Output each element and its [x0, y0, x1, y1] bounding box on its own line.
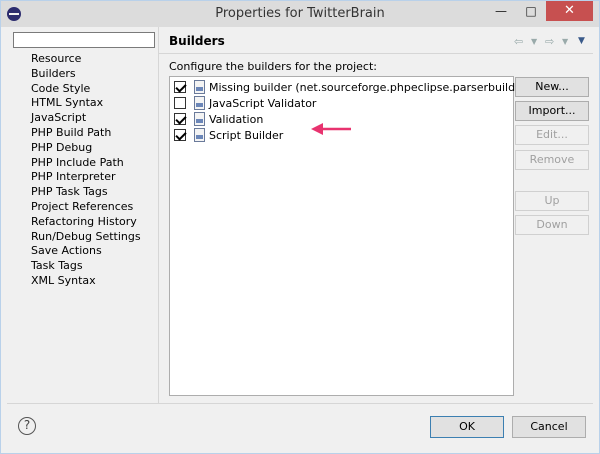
remove-button[interactable]: Remove	[515, 150, 589, 170]
nav-item-refactoring-history[interactable]: Refactoring History	[31, 215, 159, 230]
nav-item-code-style[interactable]: Code Style	[31, 82, 159, 97]
builders-description: Configure the builders for the project:	[169, 60, 377, 73]
close-button[interactable]: ✕	[546, 1, 593, 21]
edit-button[interactable]: Edit...	[515, 125, 589, 145]
builder-label: Script Builder	[209, 129, 284, 142]
page-header: Builders ⇦ ▼ ⇨ ▼ ▼	[159, 27, 593, 54]
properties-dialog: Properties for TwitterBrain — □ ✕ Resour…	[0, 0, 600, 454]
import-button[interactable]: Import...	[515, 101, 589, 121]
nav-item-php-task-tags[interactable]: PHP Task Tags	[31, 185, 159, 200]
dialog-footer: ? OK Cancel	[7, 403, 593, 449]
nav-item-php-interpreter[interactable]: PHP Interpreter	[31, 170, 159, 185]
property-page-tree: Resource Builders Code Style HTML Syntax…	[31, 52, 159, 289]
back-arrow-icon[interactable]: ⇦	[514, 35, 523, 48]
nav-item-save-actions[interactable]: Save Actions	[31, 244, 159, 259]
nav-item-html-syntax[interactable]: HTML Syntax	[31, 96, 159, 111]
minimize-button[interactable]: —	[487, 1, 515, 21]
title-bar[interactable]: Properties for TwitterBrain — □ ✕	[1, 1, 599, 27]
forward-arrow-icon[interactable]: ⇨	[545, 35, 554, 48]
back-dropdown-icon[interactable]: ▼	[531, 37, 537, 46]
builder-icon	[194, 128, 205, 142]
nav-item-project-references[interactable]: Project References	[31, 200, 159, 215]
builder-checkbox[interactable]	[174, 97, 186, 109]
builder-icon	[194, 96, 205, 110]
filter-input[interactable]	[13, 32, 155, 48]
dialog-body: Resource Builders Code Style HTML Syntax…	[7, 27, 593, 403]
nav-item-php-build-path[interactable]: PHP Build Path	[31, 126, 159, 141]
ok-button[interactable]: OK	[430, 416, 504, 438]
up-button[interactable]: Up	[515, 191, 589, 211]
new-button[interactable]: New...	[515, 77, 589, 97]
builder-label: JavaScript Validator	[209, 97, 317, 110]
help-icon[interactable]: ?	[18, 417, 36, 435]
builder-row-missing[interactable]: Missing builder (net.sourceforge.phpecli…	[174, 80, 531, 95]
nav-item-task-tags[interactable]: Task Tags	[31, 259, 159, 274]
builder-label: Validation	[209, 113, 264, 126]
nav-item-javascript[interactable]: JavaScript	[31, 111, 159, 126]
nav-item-builders[interactable]: Builders	[31, 67, 159, 82]
nav-item-resource[interactable]: Resource	[31, 52, 159, 67]
nav-item-php-debug[interactable]: PHP Debug	[31, 141, 159, 156]
maximize-button[interactable]: □	[517, 1, 545, 21]
builder-icon	[194, 80, 205, 94]
builder-checkbox[interactable]	[174, 81, 186, 93]
down-button[interactable]: Down	[515, 215, 589, 235]
nav-item-selected-label: Builders	[31, 66, 76, 80]
cancel-button[interactable]: Cancel	[512, 416, 586, 438]
forward-dropdown-icon[interactable]: ▼	[562, 37, 568, 46]
nav-item-php-include-path[interactable]: PHP Include Path	[31, 156, 159, 171]
builder-label: Missing builder (net.sourceforge.phpecli…	[209, 81, 531, 94]
nav-item-xml-syntax[interactable]: XML Syntax	[31, 274, 159, 289]
builder-checkbox[interactable]	[174, 113, 186, 125]
sash-divider[interactable]	[158, 27, 159, 403]
builder-row-javascript-validator[interactable]: JavaScript Validator	[174, 96, 509, 111]
nav-item-run-debug-settings[interactable]: Run/Debug Settings	[31, 230, 159, 245]
page-title: Builders	[169, 34, 225, 48]
view-menu-icon[interactable]: ▼	[578, 36, 585, 46]
builder-icon	[194, 112, 205, 126]
annotation-arrow-icon	[311, 123, 351, 135]
builder-checkbox[interactable]	[174, 129, 186, 141]
